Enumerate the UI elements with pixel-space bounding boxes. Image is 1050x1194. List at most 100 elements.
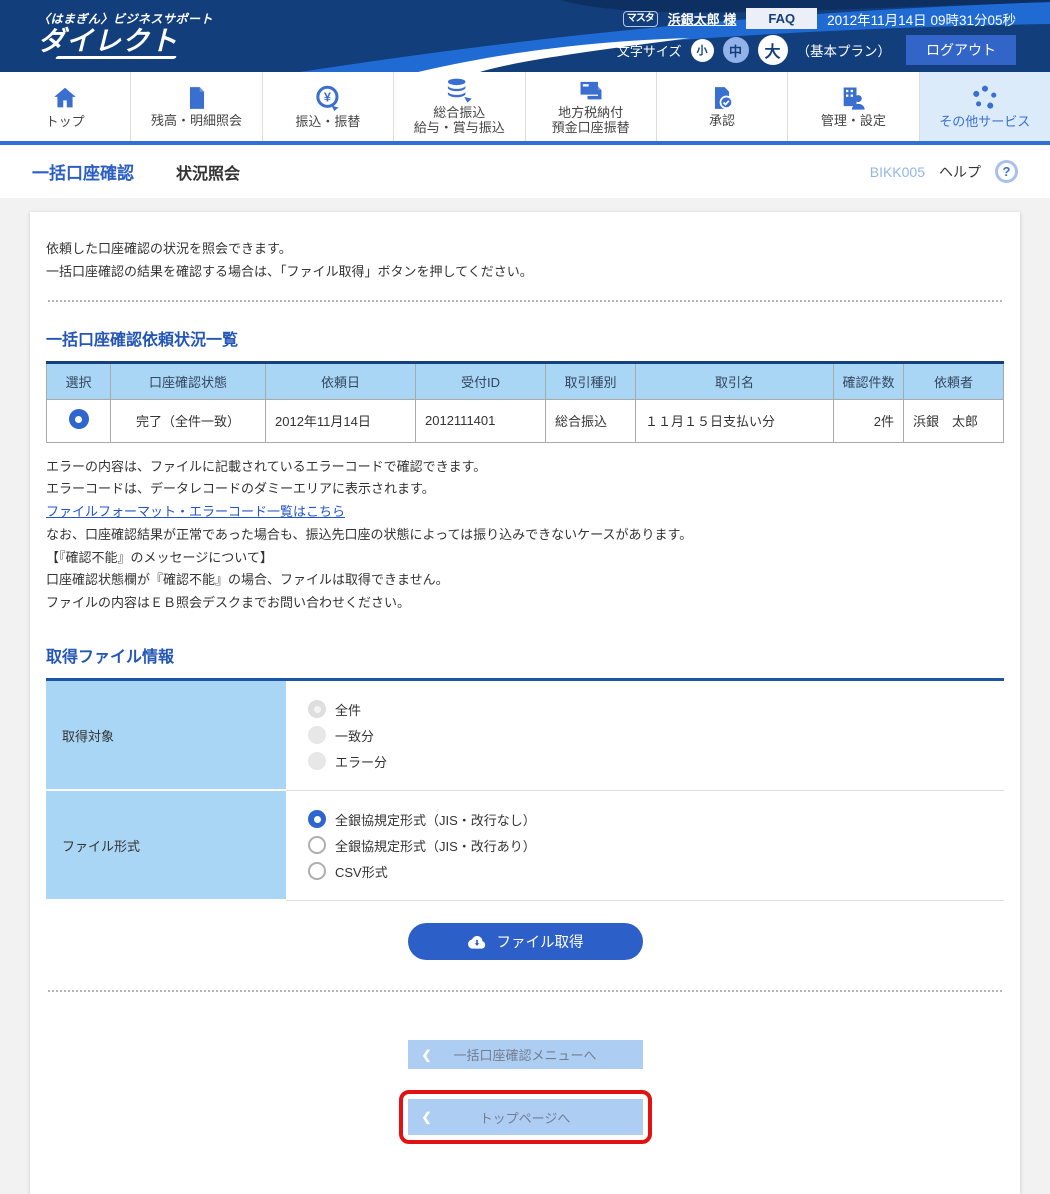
radio-icon <box>308 700 326 718</box>
top-page-label: トップページへ <box>480 1108 571 1127</box>
nav-item-top[interactable]: トップ <box>0 72 130 141</box>
nav-label: トップ <box>46 115 85 130</box>
radio-label: 全銀協規定形式（JIS・改行あり） <box>335 836 536 855</box>
app-logo[interactable]: 〈はまぎん〉ビジネスサポート ダイレクト <box>0 0 300 59</box>
nav-item-transfer[interactable]: ¥ 振込・振替 <box>262 72 393 141</box>
target-label: 取得対象 <box>46 679 286 790</box>
screen-id: BIKK005 <box>870 164 925 180</box>
radio-icon <box>308 862 326 880</box>
faq-button[interactable]: FAQ <box>746 8 817 29</box>
content-card: 依頼した口座確認の状況を照会できます。 一括口座確認の結果を確認する場合は、「フ… <box>30 212 1020 1194</box>
nav-label: 地方税納付 <box>552 106 630 121</box>
nav-item-balance-inquiry[interactable]: 残高・明細照会 <box>130 72 261 141</box>
chevron-left-icon: ❮ <box>422 1110 432 1124</box>
file-info-title: 取得ファイル情報 <box>46 643 1004 667</box>
dotted-divider <box>48 990 1002 992</box>
file-info-form: 取得対象 全件 一致分 エラー分 ファイル形式 <box>46 678 1004 902</box>
radio-format-zengin-nocrlf[interactable]: 全銀協規定形式（JIS・改行なし） <box>308 810 1004 829</box>
radio-icon <box>308 726 326 744</box>
notes-block: エラーの内容は、ファイルに記載されているエラーコードで確認できます。 エラーコー… <box>46 456 1004 615</box>
coin-stack-icon <box>445 77 473 103</box>
format-label: ファイル形式 <box>46 790 286 900</box>
user-name-link[interactable]: 浜銀太郎 様 <box>668 9 737 28</box>
menu-back-button[interactable]: ❮ 一括口座確認メニューへ <box>408 1040 643 1069</box>
page-title: 状況照会 <box>176 160 240 184</box>
chevron-left-icon: ❮ <box>422 1048 432 1062</box>
note-line: エラーの内容は、ファイルに記載されているエラーコードで確認できます。 <box>46 456 1004 479</box>
radio-label: エラー分 <box>335 752 387 771</box>
main-nav: トップ 残高・明細照会 ¥ 振込・振替 総合振込給与・賞与振込 地方税納付預金口… <box>0 72 1050 145</box>
nav-label: 管理・設定 <box>821 114 886 129</box>
intro-text: 依頼した口座確認の状況を照会できます。 一括口座確認の結果を確認する場合は、「フ… <box>46 238 1004 284</box>
radio-target-matched: 一致分 <box>308 726 1004 745</box>
radio-icon <box>308 752 326 770</box>
radio-target-error: エラー分 <box>308 752 1004 771</box>
cell-request-date: 2012年11月14日 <box>266 399 416 442</box>
cell-status: 完了（全件一致） <box>111 399 266 442</box>
logo-title: ダイレクト <box>38 27 300 55</box>
note-line: ファイルの内容はＥＢ照会デスクまでお問い合わせください。 <box>46 592 1004 615</box>
radio-target-all: 全件 <box>308 700 1004 719</box>
cloud-download-icon <box>467 934 487 950</box>
radio-format-csv[interactable]: CSV形式 <box>308 862 1004 881</box>
svg-text:¥: ¥ <box>324 89 332 104</box>
document-icon <box>184 85 210 111</box>
building-user-icon <box>839 85 867 111</box>
page-title-bar: 一括口座確認 状況照会 BIKK005 ヘルプ ? <box>0 145 1050 198</box>
logout-button[interactable]: ログアウト <box>906 35 1016 65</box>
highlight-annotation-frame: ❮ トップページへ <box>399 1090 652 1144</box>
col-trade-name: 取引名 <box>636 362 834 399</box>
header-user-area: マスタ 浜銀太郎 様 FAQ 2012年11月14日 09時31分05秒 文字サ… <box>617 0 1016 65</box>
note-line: なお、口座確認結果が正常であった場合も、振込先口座の状態によっては振り込みできな… <box>46 524 1004 547</box>
nav-label: その他サービス <box>939 115 1030 130</box>
col-status: 口座確認状態 <box>111 362 266 399</box>
col-request-date: 依頼日 <box>266 362 416 399</box>
col-accept-id: 受付ID <box>416 362 546 399</box>
row-select-radio[interactable] <box>69 409 89 429</box>
note-line: エラーコードは、データレコードのダミーエリアに表示されます。 <box>46 478 1004 501</box>
cell-trade-type: 総合振込 <box>546 399 636 442</box>
nav-item-bulk-transfer[interactable]: 総合振込給与・賞与振込 <box>393 72 524 141</box>
intro-line: 依頼した口座確認の状況を照会できます。 <box>46 238 1004 261</box>
home-icon <box>51 84 79 112</box>
nav-item-approval[interactable]: 承認 <box>656 72 787 141</box>
user-type-badge: マスタ <box>623 11 658 27</box>
nav-item-other-services[interactable]: その他サービス <box>919 72 1050 141</box>
cell-accept-id: 2012111401 <box>416 399 546 442</box>
font-size-large-button[interactable]: 大 <box>758 35 788 65</box>
current-datetime: 2012年11月14日 09時31分05秒 <box>827 9 1016 29</box>
plan-label: （基本プラン） <box>797 40 892 60</box>
top-page-button[interactable]: ❮ トップページへ <box>408 1099 643 1135</box>
logo-underline-swoosh <box>55 56 177 59</box>
document-check-icon <box>709 85 735 111</box>
nav-item-local-tax[interactable]: 地方税納付預金口座振替 <box>525 72 656 141</box>
nav-label: 振込・振替 <box>295 115 360 130</box>
file-get-label: ファイル取得 <box>497 931 584 952</box>
radio-icon <box>308 810 326 828</box>
nav-label: 残高・明細照会 <box>151 114 242 129</box>
radio-format-zengin-crlf[interactable]: 全銀協規定形式（JIS・改行あり） <box>308 836 1004 855</box>
col-select: 選択 <box>47 362 111 399</box>
nav-item-admin-settings[interactable]: 管理・設定 <box>787 72 918 141</box>
col-count: 確認件数 <box>834 362 904 399</box>
col-requester: 依頼者 <box>904 362 1004 399</box>
col-trade-type: 取引種別 <box>546 362 636 399</box>
font-size-small-button[interactable]: 小 <box>691 39 714 62</box>
request-status-table: 選択 口座確認状態 依頼日 受付ID 取引種別 取引名 確認件数 依頼者 完了（… <box>46 361 1004 443</box>
help-link[interactable]: ヘルプ <box>939 162 981 182</box>
radio-label: 全銀協規定形式（JIS・改行なし） <box>335 810 536 829</box>
font-size-medium-button[interactable]: 中 <box>723 37 749 63</box>
file-get-button[interactable]: ファイル取得 <box>408 923 643 960</box>
logo-subtitle: 〈はまぎん〉ビジネスサポート <box>38 10 300 27</box>
nav-label: 承認 <box>709 114 735 129</box>
request-list-title: 一括口座確認依頼状況一覧 <box>46 326 1004 350</box>
cell-count: 2件 <box>834 399 904 442</box>
radio-label: 一致分 <box>335 726 374 745</box>
yen-circle-icon: ¥ <box>314 84 342 112</box>
radio-label: CSV形式 <box>335 862 388 881</box>
radio-label: 全件 <box>335 700 361 719</box>
cell-trade-name: １１月１５日支払い分 <box>636 399 834 442</box>
help-icon[interactable]: ? <box>995 160 1018 183</box>
dotted-divider <box>48 300 1002 302</box>
error-code-list-link[interactable]: ファイルフォーマット・エラーコード一覧はこちら <box>46 504 345 519</box>
